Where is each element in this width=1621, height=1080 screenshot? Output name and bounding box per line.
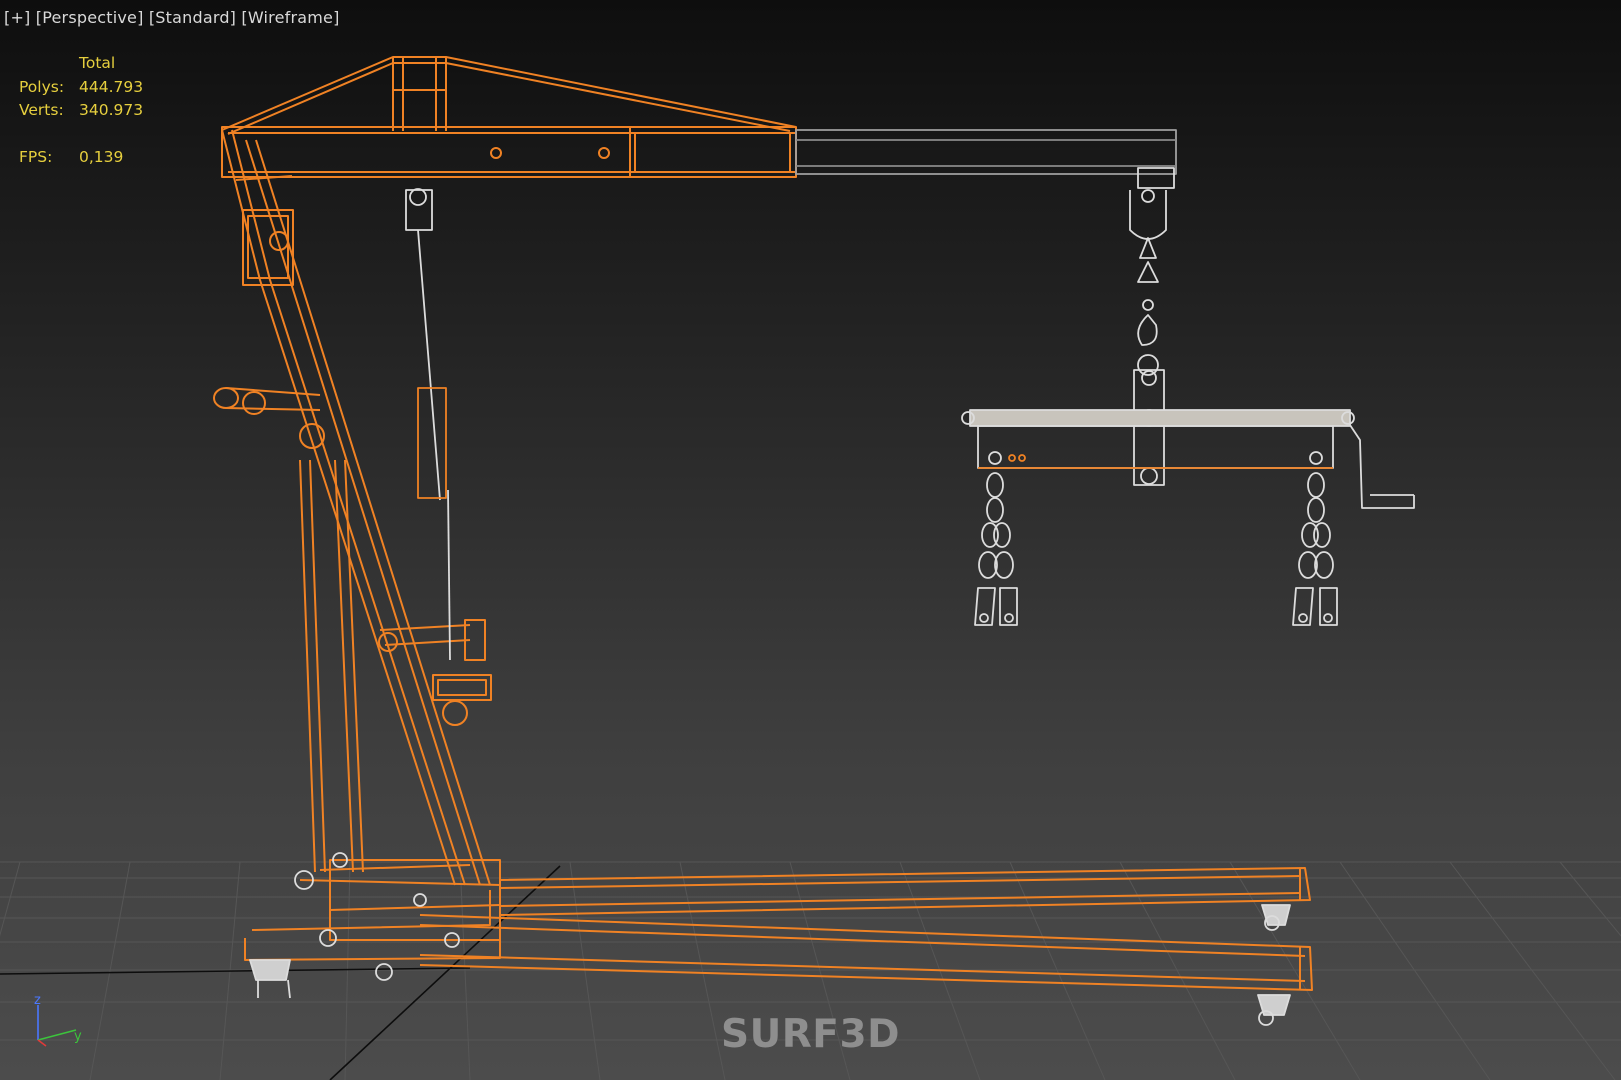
perspective-viewport[interactable]: z y [+] [Perspective] [Standard] [Wirefr…	[0, 0, 1621, 1080]
verts-label: Verts:	[19, 101, 64, 119]
viewport-mode-menu[interactable]: [Wireframe]	[241, 8, 339, 27]
viewport-label-menu[interactable]: [+] [Perspective] [Standard] [Wireframe]	[4, 8, 340, 27]
viewport-plus-menu[interactable]: [+]	[4, 8, 31, 27]
watermark: SURF3D	[721, 1012, 900, 1057]
crane-frame-wireframe[interactable]	[213, 56, 1313, 991]
hoist-and-load-leveler-wireframe[interactable]	[249, 129, 1415, 1026]
viewport-shading-menu[interactable]: [Standard]	[149, 8, 236, 27]
axis-z-label: z	[34, 993, 41, 1008]
verts-value: 340.973	[79, 101, 144, 119]
fps-value: 0,139	[79, 147, 124, 166]
scene-canvas[interactable]: z y	[0, 0, 1621, 1080]
polys-label: Polys:	[19, 77, 65, 96]
viewport-view-menu[interactable]: [Perspective]	[36, 8, 144, 27]
polys-value: 444.793	[79, 77, 144, 96]
fps-label: FPS:	[19, 147, 53, 166]
stats-header: Total	[79, 54, 116, 72]
